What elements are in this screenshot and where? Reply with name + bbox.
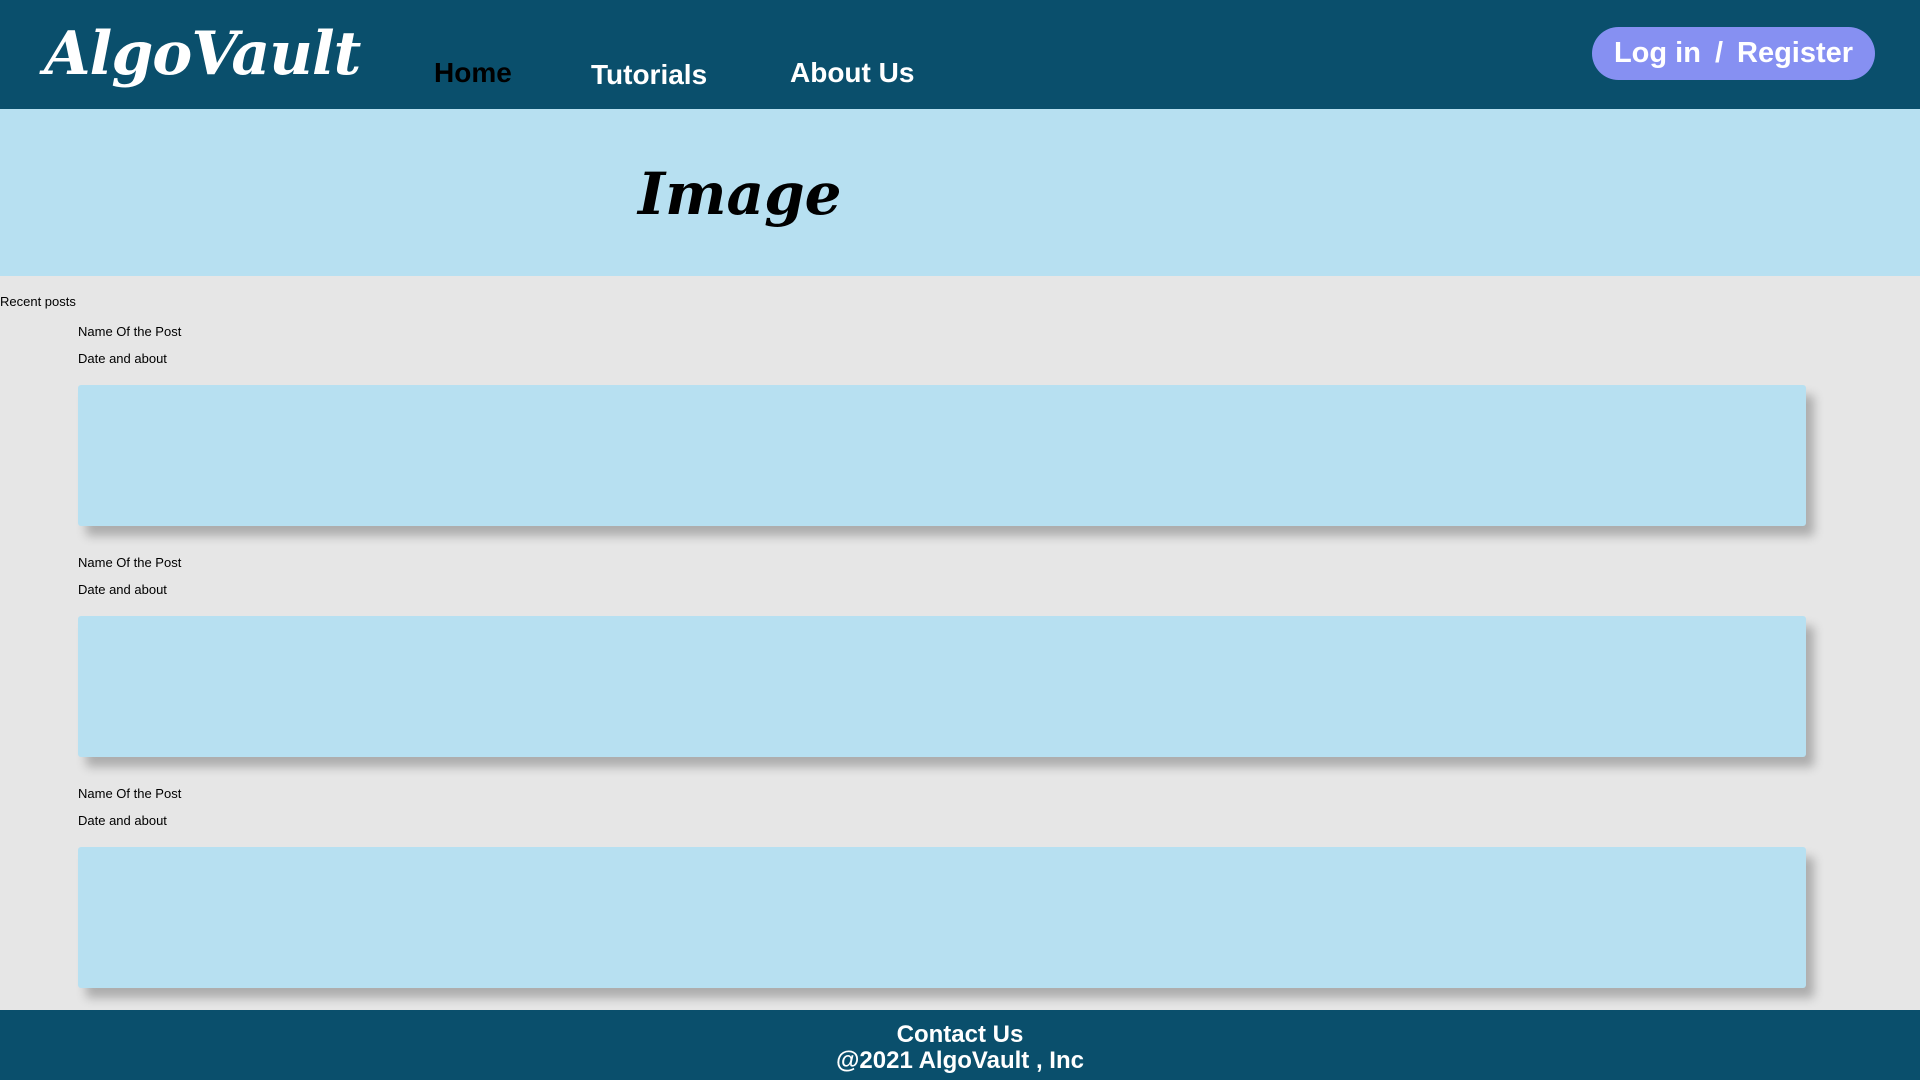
post-meta: Date and about [78, 813, 167, 828]
post-card[interactable] [78, 847, 1806, 988]
site-footer: Contact Us @2021 AlgoVault , Inc [0, 1010, 1920, 1080]
nav-home[interactable]: Home [434, 59, 512, 87]
post-name[interactable]: Name Of the Post [78, 325, 181, 338]
post-meta: Date and about [78, 351, 167, 366]
post-name[interactable]: Name Of the Post [78, 556, 181, 569]
post-card[interactable] [78, 616, 1806, 757]
nav-about-us[interactable]: About Us [790, 59, 914, 87]
nav-tutorials[interactable]: Tutorials [591, 61, 707, 89]
login-register-button[interactable]: Log in / Register [1592, 27, 1875, 80]
page: AlgoVault Home Tutorials About Us Log in… [0, 0, 1920, 1080]
hero-title: Image [638, 160, 842, 228]
post-name[interactable]: Name Of the Post [78, 787, 181, 800]
copyright-text: @2021 AlgoVault , Inc [836, 1047, 1084, 1074]
register-link[interactable]: Register [1737, 37, 1853, 70]
hero-banner: Image [0, 109, 1920, 276]
site-logo[interactable]: AlgoVault [44, 24, 361, 84]
auth-separator: / [1714, 37, 1723, 69]
post-card[interactable] [78, 385, 1806, 526]
contact-us-link[interactable]: Contact Us [0, 1023, 1920, 1047]
recent-posts-heading: Recent posts [0, 294, 76, 309]
login-link[interactable]: Log in [1614, 37, 1701, 70]
post-meta: Date and about [78, 582, 167, 597]
top-header: AlgoVault Home Tutorials About Us Log in… [0, 0, 1920, 109]
